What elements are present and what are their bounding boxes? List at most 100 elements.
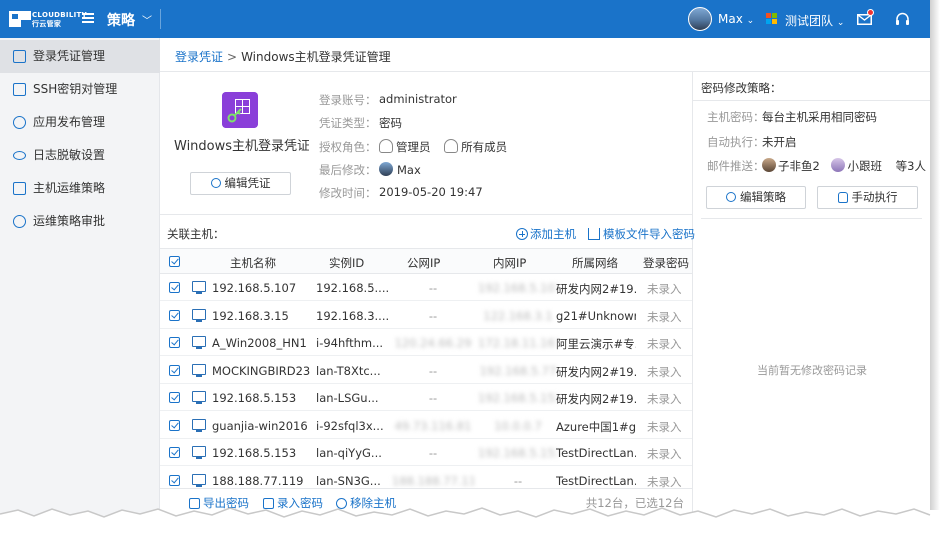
field-label: 自动执行： [707, 135, 765, 149]
row-checkbox[interactable] [169, 309, 180, 321]
column-header[interactable]: 实例ID [329, 255, 364, 271]
table-row[interactable]: 192.168.5.107 192.168.5.... -- 192.168.5.10… [160, 274, 692, 301]
avatar [831, 158, 846, 172]
cell-name[interactable]: 188.188.77.119 [212, 474, 310, 488]
sidebar-item-label: 应用发布管理 [33, 115, 106, 129]
cell-network: 阿里云演示#专... [556, 337, 636, 351]
row-checkbox[interactable] [169, 447, 180, 458]
cloudbility-logo-icon[interactable] [8, 9, 32, 29]
table-row[interactable]: 192.168.5.153 lan-LSGu... -- 192.168.5.153 研… [160, 384, 692, 411]
row-checkbox[interactable] [169, 337, 180, 348]
row-checkbox[interactable] [169, 474, 180, 486]
cell-private-ip: 192.168.5.77 [479, 363, 557, 378]
sidebar-item-label: SSH密钥对管理 [33, 82, 118, 96]
role-all-members: 所有成员 [461, 140, 508, 154]
sidebar-item-host-policy[interactable]: 主机运维策略 [0, 172, 160, 205]
row-checkbox[interactable] [169, 419, 180, 431]
field-label: 最后修改： [319, 163, 377, 177]
sidebar-item-credentials[interactable]: 登录凭证管理 [0, 40, 160, 73]
cell-network: Azure中国1#g... [556, 419, 636, 434]
avatar[interactable] [688, 7, 712, 31]
cell-password: 未录入 [647, 447, 682, 461]
column-header[interactable]: 所属网络 [572, 255, 618, 271]
column-header[interactable]: 登录密码 [643, 255, 689, 271]
cell-private-ip: 122.168.3.1 [483, 308, 553, 323]
gear-icon [210, 178, 221, 188]
credential-icon [13, 50, 26, 63]
cell-password: 未录入 [647, 309, 682, 324]
cell-name[interactable]: 192.168.3.15 [212, 309, 310, 323]
cell-name[interactable]: A_Win2008_HN1 [212, 336, 310, 350]
plus-circle-icon [516, 228, 528, 240]
headset-icon[interactable] [895, 12, 910, 26]
row-checkbox[interactable] [169, 282, 180, 293]
column-header[interactable]: 内网IP [493, 255, 526, 271]
authorized-roles: 管理员 所有成员 [379, 139, 507, 155]
cell-network: 研发内网2#19... [556, 392, 636, 406]
menu-toggle-icon[interactable] [82, 13, 94, 23]
table-row[interactable]: MOCKINGBIRD23... lan-T8Xtc... -- 192.168.5.… [160, 357, 692, 384]
breadcrumb: 登录凭证 > Windows主机登录凭证管理 [175, 48, 391, 65]
cell-instance: i-94hfthm... [316, 336, 384, 350]
cell-private-ip: 192.168.5.153 [478, 391, 558, 405]
cell-instance: lan-qiYyG... [316, 446, 382, 460]
import-icon [588, 228, 600, 240]
sidebar-item-policy-approval[interactable]: 运维策略审批 [0, 205, 160, 238]
windows-host-icon [192, 281, 206, 294]
field-label: 授权角色： [319, 140, 377, 154]
hand-pointer-icon [837, 192, 848, 203]
select-all-checkbox[interactable] [169, 256, 180, 267]
cell-name[interactable]: MOCKINGBIRD23... [212, 364, 310, 378]
cell-private-ip: 10.0.0.7 [494, 418, 542, 433]
cloud-icon [13, 116, 26, 129]
cell-name[interactable]: 192.168.5.153 [212, 391, 310, 405]
edit-credential-button[interactable]: 编辑凭证 [190, 172, 291, 195]
manual-run-button[interactable]: 手动执行 [817, 186, 918, 209]
team-menu[interactable]: 测试团队 ⌄ [785, 12, 844, 29]
add-host-button[interactable]: 添加主机 [516, 226, 576, 242]
approval-icon [13, 215, 26, 228]
edit-policy-button[interactable]: 编辑策略 [706, 186, 806, 209]
empty-state-text: 当前暂无修改密码记录 [757, 364, 867, 377]
breadcrumb-parent[interactable]: 登录凭证 [175, 50, 223, 64]
cell-private-ip: -- [513, 473, 523, 488]
import-password-button[interactable]: 模板文件导入密码 [588, 226, 695, 242]
table-row[interactable]: A_Win2008_HN1 i-94hfthm... 120.24.66.29 172… [160, 329, 692, 356]
windows-host-icon [192, 391, 206, 404]
cell-network: 研发内网2#19... [556, 282, 636, 296]
auto-exec-status: 未开启 [762, 135, 797, 149]
hosts-section-title: 关联主机： [167, 227, 225, 241]
user-menu[interactable]: Max ⌄ [718, 12, 754, 26]
divider [693, 100, 930, 101]
cell-name[interactable]: guanjia-win2016 [212, 419, 310, 433]
sidebar-item-ssh-keys[interactable]: SSH密钥对管理 [0, 73, 160, 106]
table-row[interactable]: guanjia-win2016 i-92sfql3x... 49.73.116.81… [160, 412, 692, 439]
divider [160, 71, 930, 72]
row-checkbox[interactable] [169, 392, 180, 403]
cell-name[interactable]: 192.168.5.153 [212, 446, 310, 460]
brand-name: CLOUDBILITY 行云管家 [32, 11, 87, 29]
page-shadow [930, 0, 940, 510]
table-row[interactable]: 192.168.5.153 lan-qiYyG... -- 192.168.5.153… [160, 439, 692, 466]
cell-instance: i-92sfql3x... [316, 418, 384, 433]
windows-host-icon [192, 308, 206, 322]
cell-password: 未录入 [647, 392, 682, 406]
login-account-value: administrator [379, 92, 457, 106]
sidebar-item-app-publish[interactable]: 应用发布管理 [0, 106, 160, 139]
recipient-more[interactable]: 等3人 [896, 159, 926, 173]
row-checkbox[interactable] [169, 364, 180, 376]
windows-host-icon [192, 363, 206, 377]
table-header: 主机名称 实例ID 公网IP 内网IP 所属网络 登录密码 [160, 248, 692, 274]
sidebar-item-label: 运维策略审批 [33, 214, 106, 228]
sidebar-item-log-masking[interactable]: 日志脱敏设置 [0, 139, 160, 172]
field-label: 登录账号： [319, 93, 377, 107]
divider [160, 214, 692, 215]
column-header[interactable]: 主机名称 [230, 255, 276, 271]
sidebar-item-label: 日志脱敏设置 [33, 148, 106, 162]
cell-name[interactable]: 192.168.5.107 [212, 281, 310, 295]
column-header[interactable]: 公网IP [407, 255, 440, 271]
module-title[interactable]: 策略 [107, 10, 135, 30]
chevron-down-icon[interactable]: ﹀ [142, 12, 152, 27]
table-row[interactable]: 192.168.3.15 192.168.3.... -- 122.168.3.1 g2… [160, 302, 692, 329]
chevron-down-icon: ⌄ [746, 16, 755, 26]
